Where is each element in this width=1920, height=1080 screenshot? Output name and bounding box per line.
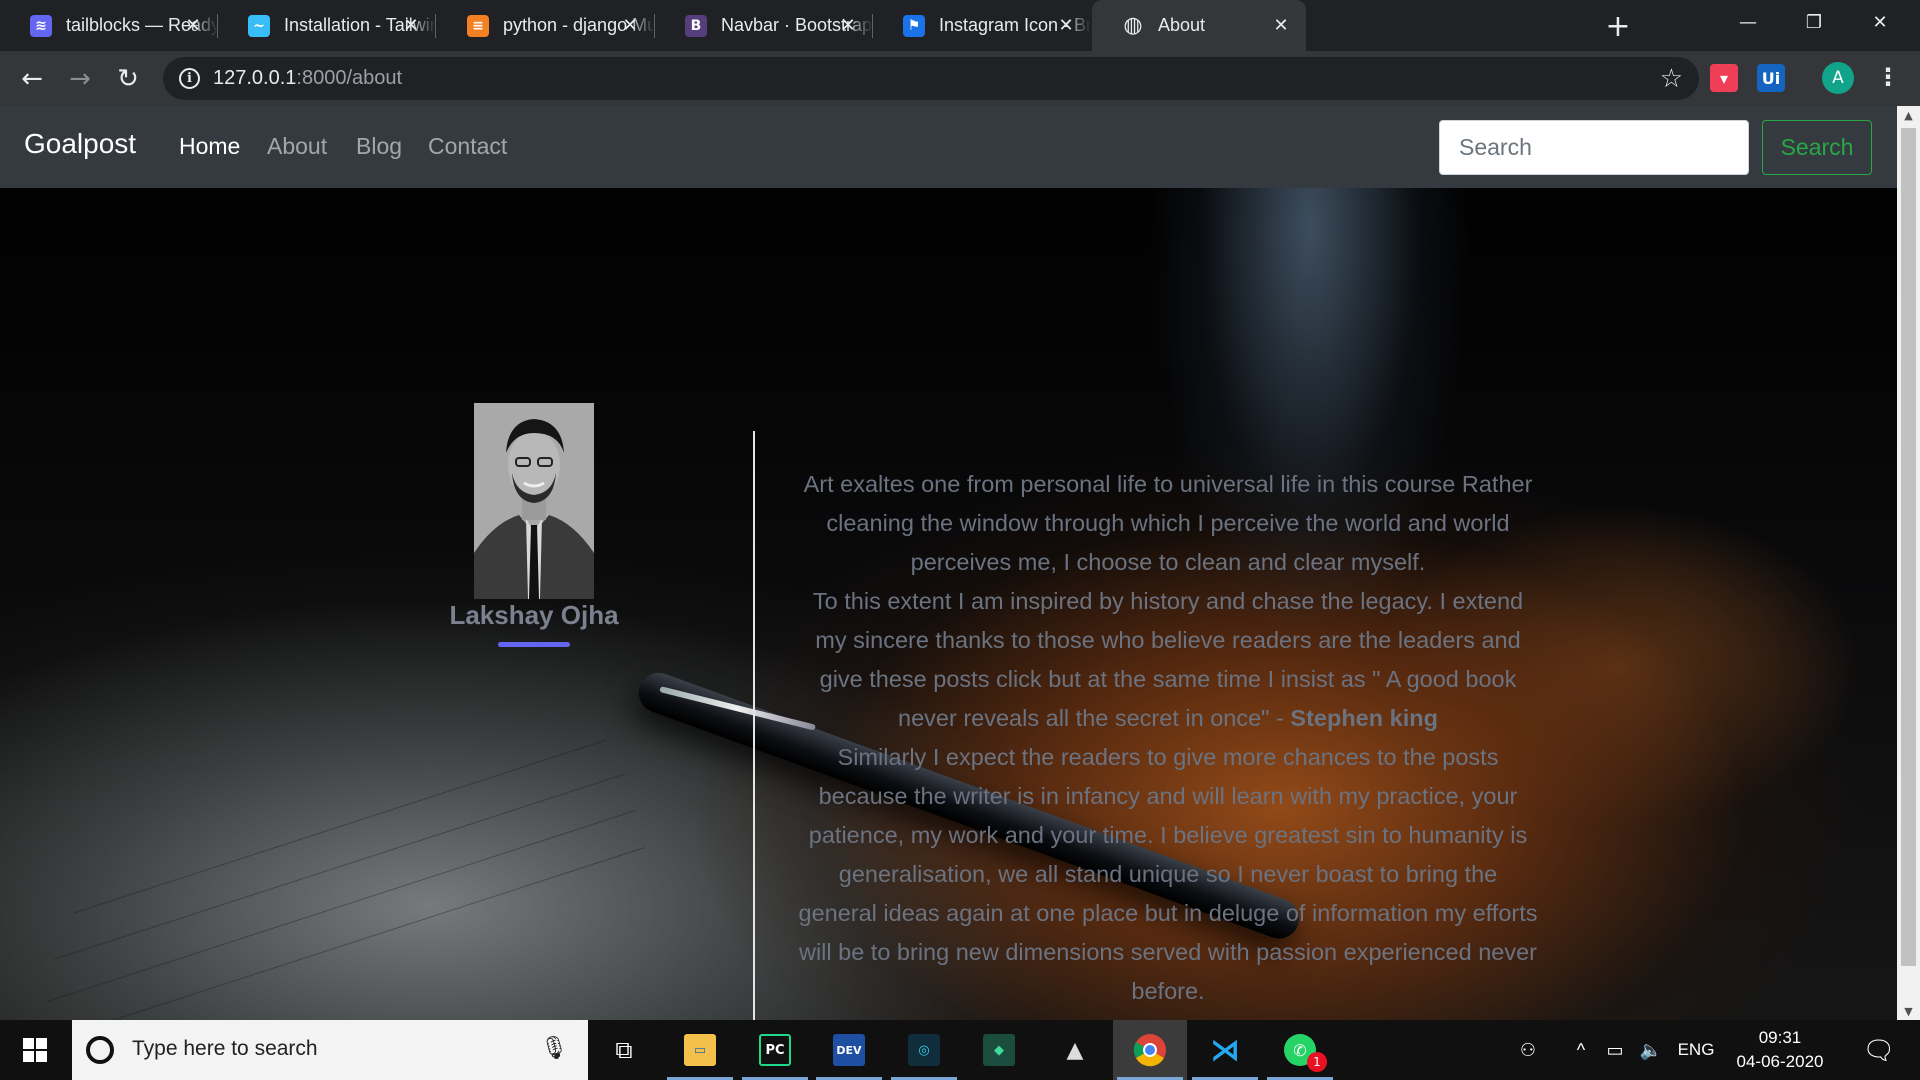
profile-avatar[interactable]: A <box>1822 62 1854 94</box>
ui-extension-icon[interactable]: Ui <box>1757 64 1785 92</box>
taskbar-search-box[interactable]: Type here to search 🎙 <box>72 1020 588 1080</box>
show-hidden-icons-icon[interactable]: ^ <box>1568 1020 1594 1080</box>
clock-time: 09:31 <box>1758 1028 1802 1047</box>
browser-toolbar: ← → ↻ i 127.0.0.1:8000/about ☆ ▾ Ui A ⋮ <box>0 51 1920 106</box>
url-text[interactable]: 127.0.0.1:8000/about <box>213 67 402 90</box>
task-view-icon[interactable]: ⧉ <box>587 1020 661 1080</box>
url-host: 127.0.0.1 <box>213 67 297 89</box>
scroll-down-icon[interactable]: ▼ <box>1897 1002 1920 1020</box>
language-indicator[interactable]: ENG <box>1672 1020 1720 1080</box>
search-button[interactable]: Search <box>1762 120 1872 175</box>
close-tab-icon[interactable]: ✕ <box>1270 14 1292 36</box>
tailblocks-icon: ≋ <box>30 14 52 37</box>
bootstrap-icon: B <box>685 14 707 37</box>
screen: ≋tailblocks — Ready-to-use Tailwind CSS … <box>0 0 1920 1080</box>
nav-link-blog[interactable]: Blog <box>356 133 402 160</box>
pocket-extension-icon[interactable]: ▾ <box>1710 64 1738 92</box>
author-photo <box>474 403 594 599</box>
windows-start-icon[interactable] <box>0 1020 70 1080</box>
sourcetree-icon[interactable]: ◆ <box>962 1020 1036 1080</box>
cortana-icon <box>86 1036 114 1064</box>
chrome-icon[interactable] <box>1113 1020 1187 1080</box>
author-name-underline <box>498 642 570 647</box>
site-info-icon[interactable]: i <box>179 68 200 89</box>
battery-icon[interactable]: ▭ <box>1600 1020 1630 1080</box>
windows-taskbar: Type here to search 🎙 ⧉ ▭ PC DEV ◎ ◆ ▲ ⋊… <box>0 1020 1920 1080</box>
browser-tab[interactable]: ◍ About ✕ <box>1092 0 1306 51</box>
nav-link-contact[interactable]: Contact <box>428 133 507 160</box>
nav-link-about[interactable]: About <box>267 133 327 160</box>
page-scrollbar[interactable]: ▲ ▼ <box>1897 106 1920 1020</box>
file-explorer-icon[interactable]: ▭ <box>663 1020 737 1080</box>
scrollbar-thumb[interactable] <box>1901 128 1916 966</box>
whatsapp-icon[interactable]: ✆ 1 <box>1263 1020 1337 1080</box>
menu-kebab-icon[interactable]: ⋮ <box>1876 63 1900 91</box>
volume-icon[interactable]: 🔈 <box>1636 1020 1666 1080</box>
browser-tab-strip: ≋tailblocks — Ready-to-use Tailwind CSS … <box>0 0 1920 51</box>
about-paragraph: Art exaltes one from personal life to un… <box>798 465 1538 1011</box>
bookmark-star-icon[interactable]: ☆ <box>1660 64 1683 94</box>
browser-tab[interactable]: ≡python - django Multiple✕ <box>437 0 655 51</box>
address-bar[interactable]: i 127.0.0.1:8000/about ☆ <box>163 57 1699 100</box>
inkscape-icon[interactable]: ▲ <box>1038 1020 1112 1080</box>
quote-author-highlight: Stephen king <box>1290 705 1438 731</box>
taskbar-search-placeholder: Type here to search <box>132 1037 318 1060</box>
back-icon[interactable]: ← <box>14 61 50 97</box>
close-tab-icon[interactable]: ✕ <box>182 14 204 36</box>
browser-tab[interactable]: ≋tailblocks — Ready-to-use Tailwind CSS … <box>0 0 218 51</box>
forward-icon[interactable]: → <box>62 61 98 97</box>
page-viewport: Goalpost Home About Blog Contact Search <box>0 106 1897 1020</box>
close-tab-icon[interactable]: ✕ <box>400 14 422 36</box>
tab-separator <box>435 14 436 38</box>
brand-logo-text[interactable]: Goalpost <box>24 128 136 160</box>
author-name: Lakshay Ojha <box>449 600 619 630</box>
pycharm-icon[interactable]: PC <box>738 1020 812 1080</box>
people-icon[interactable]: ⚇ <box>1508 1020 1548 1080</box>
browser-tab[interactable]: BNavbar · Bootstrap v4✕ <box>655 0 873 51</box>
about-paragraph-part-1: Art exaltes one from personal life to un… <box>803 471 1533 575</box>
url-path: :8000/about <box>296 67 403 89</box>
action-center-icon[interactable]: 🗨 <box>1854 1020 1904 1080</box>
close-tab-icon[interactable]: ✕ <box>1055 14 1077 36</box>
scroll-up-icon[interactable]: ▲ <box>1897 106 1920 124</box>
devcpp-icon[interactable]: DEV <box>812 1020 886 1080</box>
stackoverflow-icon: ≡ <box>467 14 489 37</box>
clock-date: 04-06-2020 <box>1736 1052 1824 1071</box>
vertical-divider <box>753 431 755 1020</box>
nav-link-home[interactable]: Home <box>179 133 240 160</box>
vscode-icon[interactable]: ⋊ <box>1188 1020 1262 1080</box>
reload-icon[interactable]: ↻ <box>110 61 146 97</box>
globe-icon: ◍ <box>1123 13 1143 38</box>
new-tab-button[interactable]: + <box>1602 9 1634 44</box>
close-tab-icon[interactable]: ✕ <box>619 14 641 36</box>
whatsapp-badge: 1 <box>1307 1052 1327 1072</box>
browser-tab[interactable]: ~Installation - Tailwind CSS✕ <box>218 0 436 51</box>
site-navbar: Goalpost Home About Blog Contact Search <box>0 106 1897 188</box>
about-paragraph-part-3: Similarly I expect the readers to give m… <box>798 744 1538 1004</box>
browser-tab[interactable]: ⚑Instagram Icon - Brand✕ <box>873 0 1091 51</box>
flag-icon: ⚑ <box>903 14 925 37</box>
close-tab-icon[interactable]: ✕ <box>837 14 859 36</box>
system-clock[interactable]: 09:31 04-06-2020 <box>1720 1026 1840 1074</box>
tailwind-icon: ~ <box>248 14 270 37</box>
restore-button[interactable]: ❐ <box>1784 0 1844 44</box>
app-icon[interactable]: ◎ <box>887 1020 961 1080</box>
minimize-button[interactable]: — <box>1718 0 1778 44</box>
close-window-button[interactable]: ✕ <box>1850 0 1910 44</box>
microphone-icon[interactable]: 🎙 <box>540 1036 568 1061</box>
search-input[interactable] <box>1439 120 1749 175</box>
